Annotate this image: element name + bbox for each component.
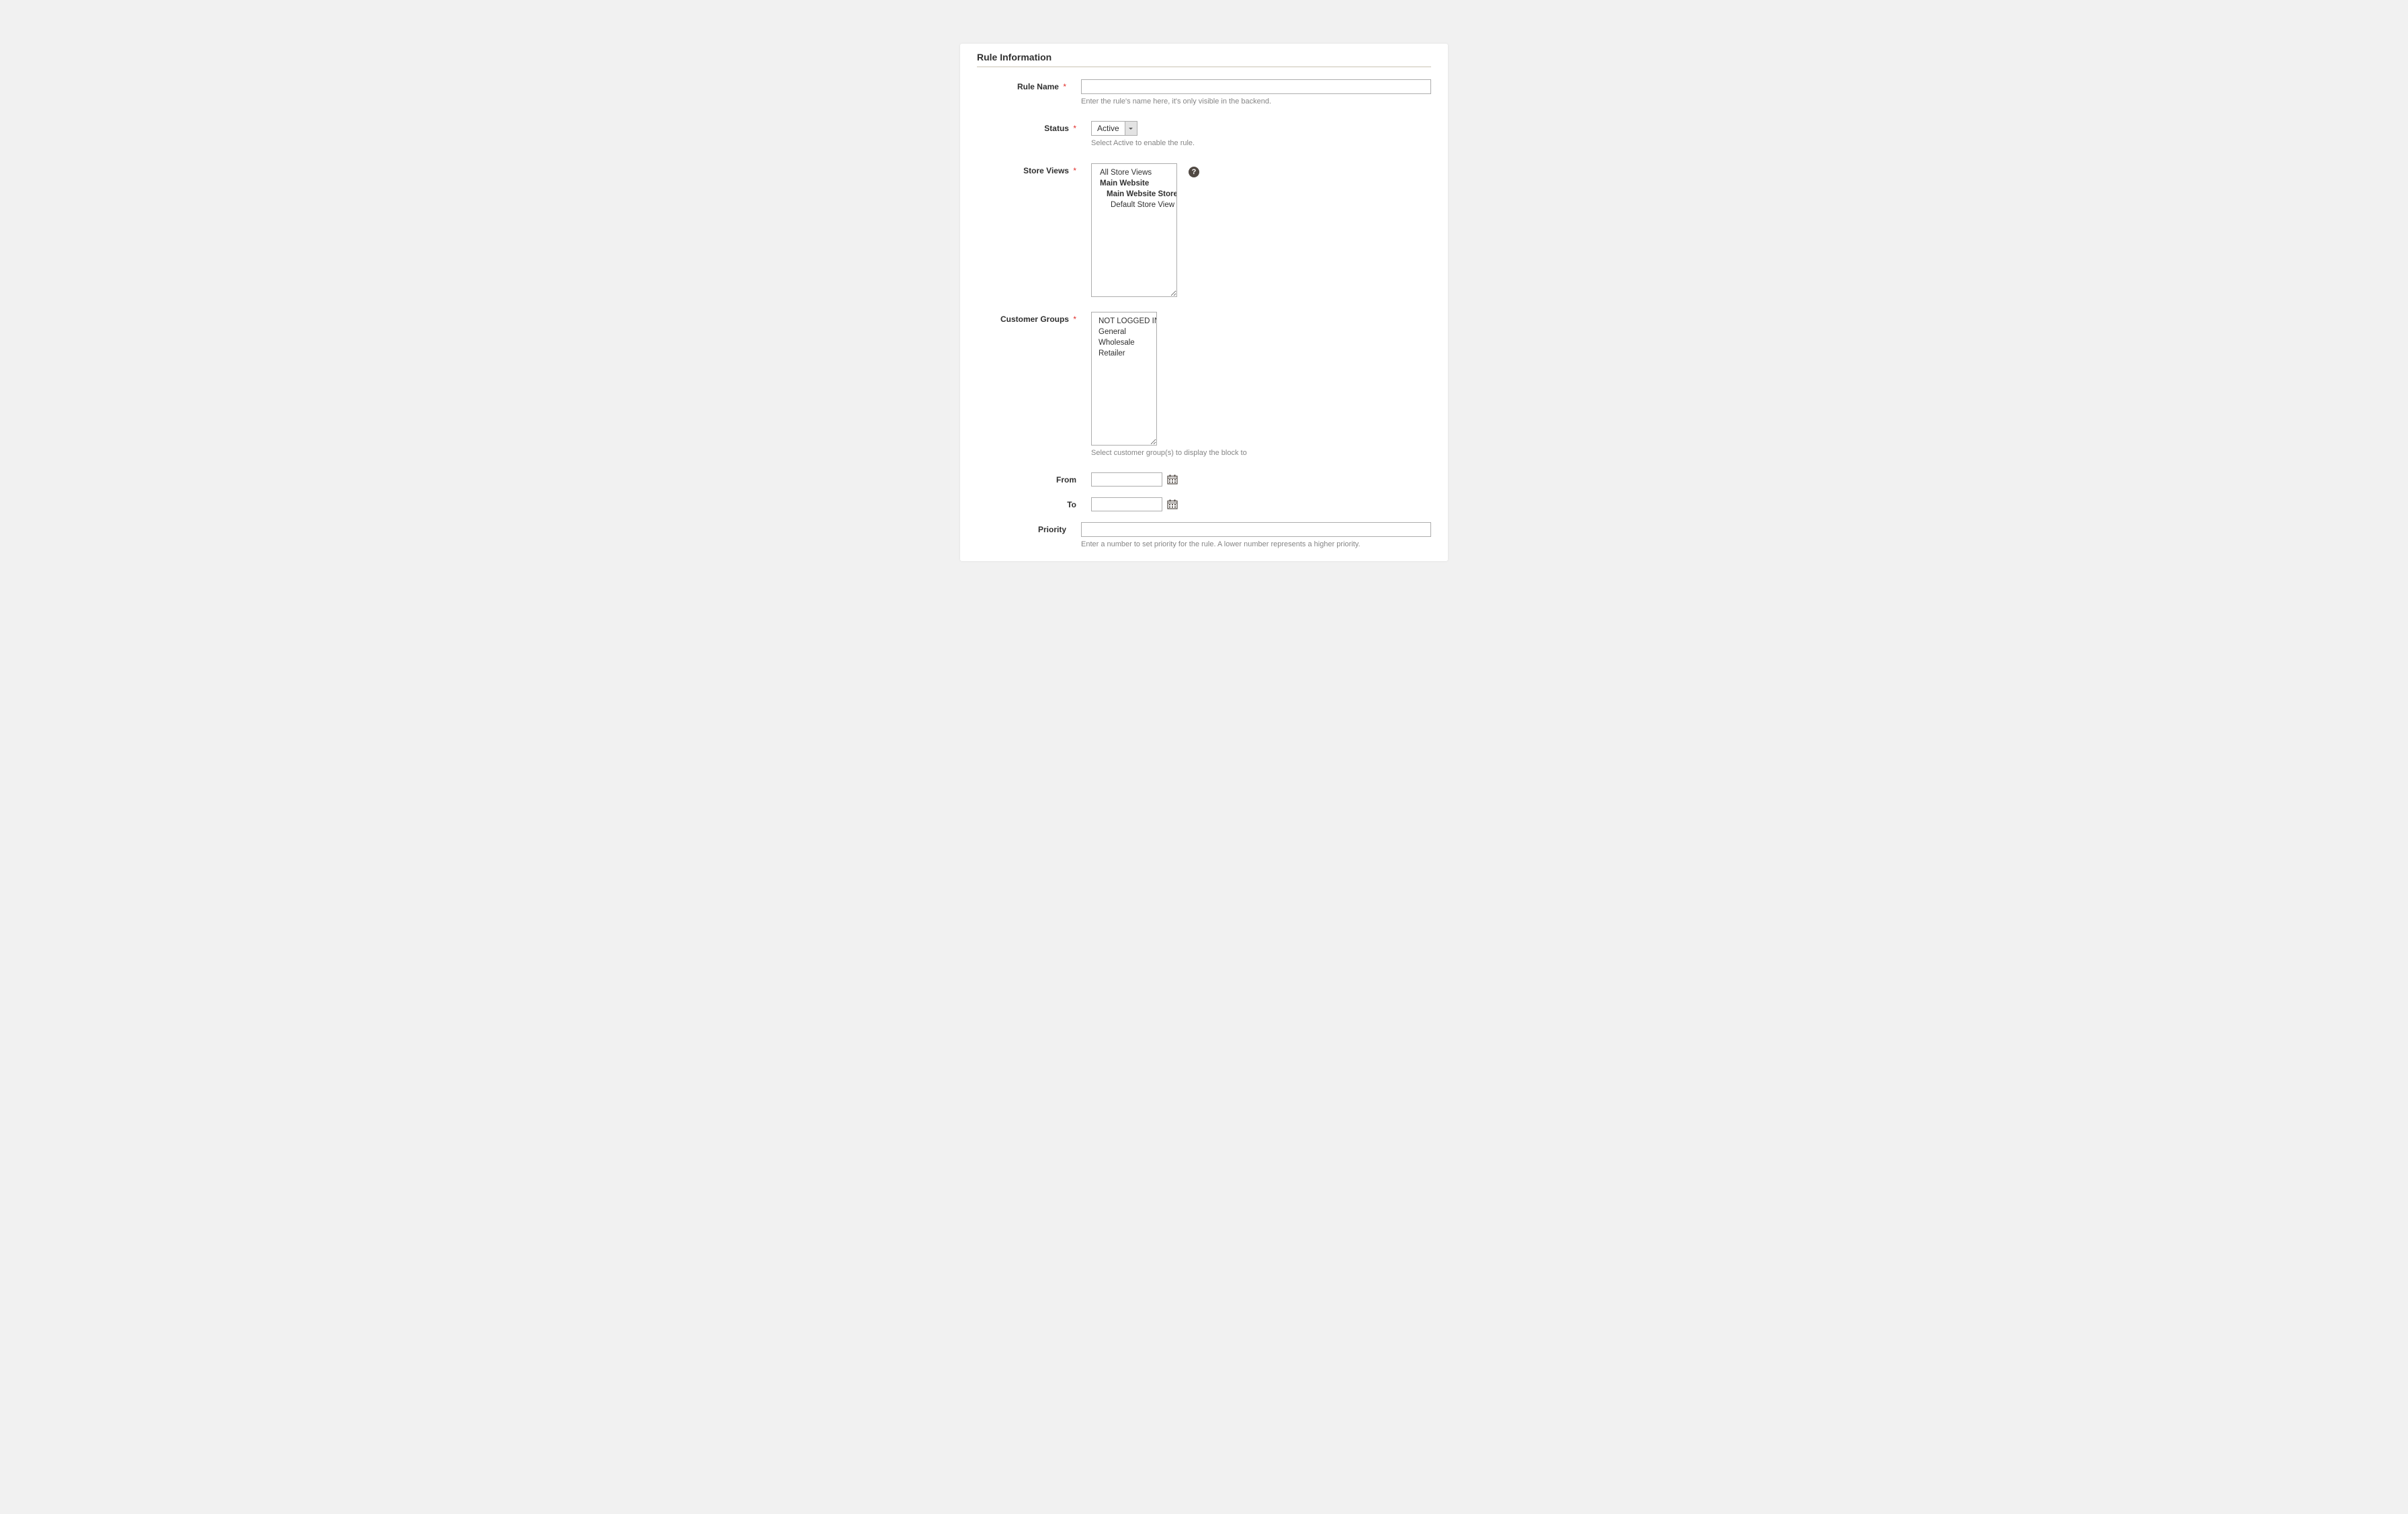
section-title: Rule Information	[977, 52, 1431, 67]
label-from: From	[977, 472, 1091, 485]
store-view-option[interactable]: Default Store View	[1092, 200, 1176, 210]
store-view-option[interactable]: All Store Views	[1092, 167, 1176, 178]
helper-status: Select Active to enable the rule.	[1091, 138, 1431, 148]
status-value: Active	[1092, 122, 1125, 135]
field-row-customer-groups: Customer Groups NOT LOGGED IN General Wh…	[977, 312, 1431, 458]
customer-group-option[interactable]: NOT LOGGED IN	[1092, 316, 1156, 327]
helper-priority: Enter a number to set priority for the r…	[1081, 540, 1431, 549]
store-views-multiselect[interactable]: All Store Views Main Website Main Websit…	[1091, 163, 1177, 297]
label-priority: Priority	[977, 522, 1081, 534]
customer-groups-multiselect[interactable]: NOT LOGGED IN General Wholesale Retailer	[1091, 312, 1157, 446]
rule-name-input[interactable]	[1081, 79, 1431, 94]
help-icon[interactable]: ?	[1189, 167, 1199, 177]
customer-group-option[interactable]: General	[1092, 327, 1156, 337]
label-rule-name: Rule Name	[977, 79, 1081, 91]
priority-input[interactable]	[1081, 522, 1431, 537]
field-row-status: Status Active Select Active to enable th…	[977, 121, 1431, 148]
field-row-store-views: Store Views All Store Views Main Website…	[977, 163, 1431, 297]
label-to: To	[977, 497, 1091, 509]
store-view-option[interactable]: Main Website	[1092, 178, 1176, 189]
helper-rule-name: Enter the rule's name here, it's only vi…	[1081, 97, 1431, 106]
label-customer-groups: Customer Groups	[977, 312, 1091, 324]
field-row-to: To	[977, 497, 1431, 511]
chevron-down-icon	[1129, 128, 1133, 130]
field-row-from: From	[977, 472, 1431, 487]
rule-information-panel: Rule Information Rule Name Enter the rul…	[960, 44, 1448, 561]
customer-group-option[interactable]: Wholesale	[1092, 337, 1156, 348]
label-status: Status	[977, 121, 1091, 133]
field-row-rule-name: Rule Name Enter the rule's name here, it…	[977, 79, 1431, 106]
status-dropdown-button[interactable]	[1125, 122, 1137, 135]
from-date-input[interactable]	[1091, 472, 1162, 487]
status-select[interactable]: Active	[1091, 121, 1137, 136]
helper-customer-groups: Select customer group(s) to display the …	[1091, 448, 1431, 458]
store-view-option[interactable]: Main Website Store	[1092, 189, 1176, 200]
label-store-views: Store Views	[977, 163, 1091, 175]
to-date-input[interactable]	[1091, 497, 1162, 511]
calendar-icon[interactable]	[1167, 474, 1178, 485]
calendar-icon[interactable]	[1167, 499, 1178, 509]
customer-group-option[interactable]: Retailer	[1092, 348, 1156, 359]
field-row-priority: Priority Enter a number to set priority …	[977, 522, 1431, 549]
